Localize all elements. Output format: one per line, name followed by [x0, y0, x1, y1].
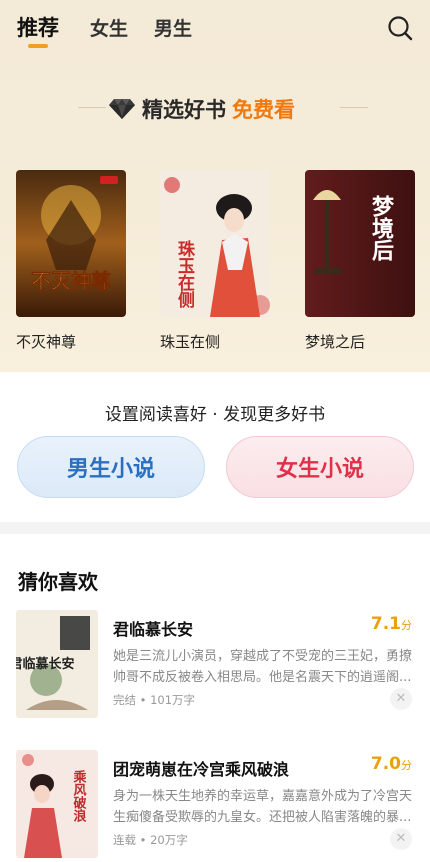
cover-text: 乘风破浪 [71, 769, 88, 823]
book-cover[interactable]: 不灭神尊 [16, 170, 126, 317]
featured-title-text: 精选好书 [142, 98, 226, 122]
cover-text: 珠玉在侧 [174, 240, 195, 309]
featured-header: 精选好书 免费看 [0, 88, 430, 128]
list-item[interactable]: 乘风破浪 团宠萌崽在冷宫乘风破浪 7.0分 身为一株天生地养的幸运草，嘉嘉意外成… [0, 750, 430, 862]
book-description: 她是三流儿小演员，穿越成了不受宠的三王妃，勇撩帅哥不成反被卷入相思局。他是名震天… [113, 649, 413, 685]
book-name[interactable]: 团宠萌崽在冷宫乘风破浪 [113, 756, 289, 780]
cover-text: 梦境后 [368, 194, 394, 262]
featured-book-3[interactable]: 梦境后 梦境之后 [305, 170, 415, 352]
diamond-icon [108, 97, 136, 121]
book-name[interactable]: 君临慕长安 [113, 616, 193, 640]
book-title[interactable]: 梦境之后 [305, 331, 415, 352]
section-title: 猜你喜欢 [18, 570, 98, 594]
male-novel-button[interactable]: 男生小说 [17, 436, 205, 498]
tab-male[interactable]: 男生 [154, 14, 192, 41]
reading-preference-card: 设置阅读喜好 · 发现更多好书 男生小说 女生小说 [0, 372, 430, 522]
list-item[interactable]: 君临慕长安 君临慕长安 7.1分 她是三流儿小演员，穿越成了不受宠的三王妃，勇撩… [0, 610, 430, 730]
tab-recommend[interactable]: 推荐 [17, 12, 59, 42]
search-icon[interactable] [386, 14, 414, 42]
featured-book-1[interactable]: 不灭神尊 不灭神尊 [16, 170, 126, 352]
cover-text: 不灭神尊 [31, 269, 111, 293]
guess-you-like-section: 猜你喜欢 君临慕长安 君临慕长安 7.1分 她是三流儿小演员，穿越成了不受宠的三… [0, 534, 430, 862]
book-score: 7.1分 [370, 614, 412, 634]
book-meta: 完结 • 101万字 [113, 693, 196, 707]
book-title[interactable]: 不灭神尊 [16, 331, 126, 352]
featured-book-2[interactable]: 珠玉在侧 珠玉在侧 [160, 170, 270, 352]
cover-text: 君临慕长安 [16, 656, 75, 672]
close-icon[interactable]: ✕ [390, 828, 412, 850]
preference-title: 设置阅读喜好 · 发现更多好书 [104, 405, 326, 425]
book-title[interactable]: 珠玉在侧 [160, 331, 270, 352]
book-cover[interactable]: 梦境后 [305, 170, 415, 317]
header-area: 推荐 女生 男生 精选好书 免费看 不灭神尊 不灭神尊 珠玉在侧 珠玉在侧 梦境… [0, 0, 430, 372]
book-score: 7.0分 [370, 754, 412, 774]
top-tabs: 推荐 女生 男生 [0, 0, 430, 60]
featured-title-highlight: 免费看 [232, 98, 295, 122]
divider-left [78, 107, 106, 108]
active-tab-indicator [28, 44, 48, 48]
tab-female[interactable]: 女生 [90, 14, 128, 41]
book-meta: 连载 • 20万字 [113, 833, 188, 847]
divider-right [340, 107, 368, 108]
book-cover[interactable]: 乘风破浪 [16, 750, 98, 858]
book-description: 身为一株天生地养的幸运草，嘉嘉意外成为了冷宫天生痴傻备受欺辱的九皇女。还把被人陷… [113, 789, 413, 825]
book-cover[interactable]: 君临慕长安 [16, 610, 98, 718]
close-icon[interactable]: ✕ [390, 688, 412, 710]
female-novel-button[interactable]: 女生小说 [226, 436, 414, 498]
book-cover[interactable]: 珠玉在侧 [160, 170, 270, 317]
